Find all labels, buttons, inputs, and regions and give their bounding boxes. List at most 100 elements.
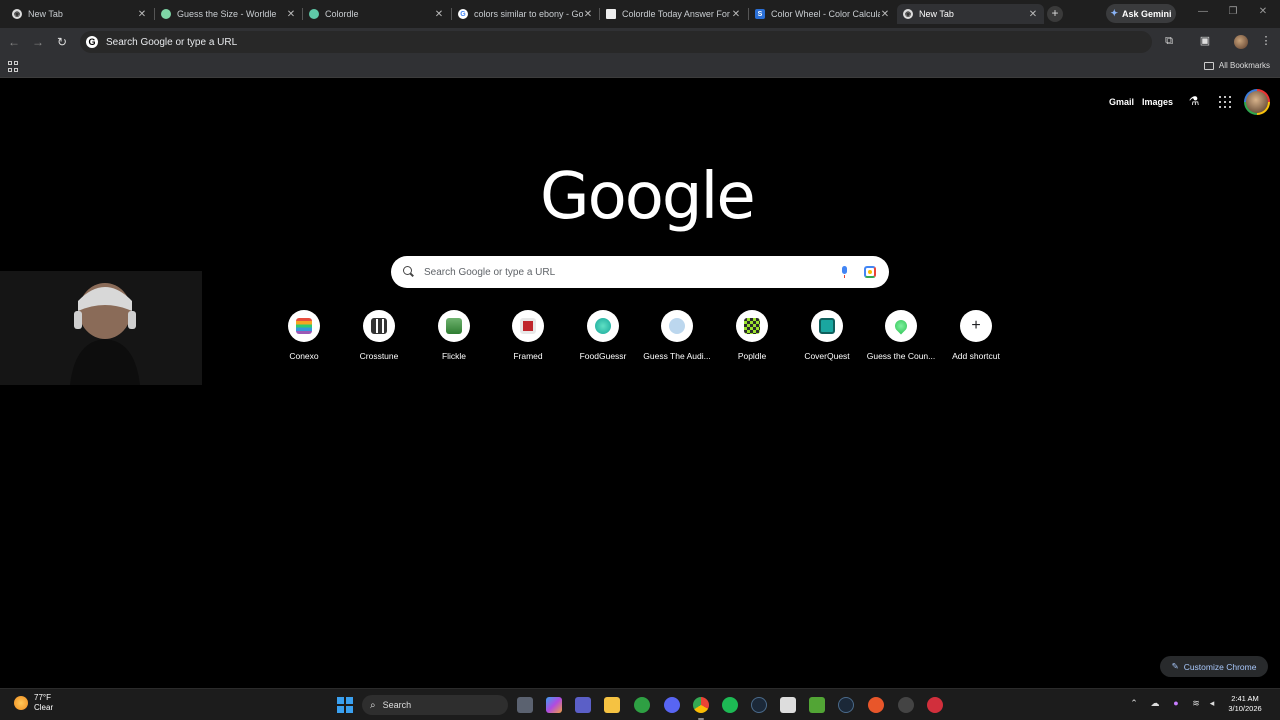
tab-title: New Tab [919,9,954,19]
teams-icon[interactable] [575,697,591,713]
minecraft-icon[interactable] [809,697,825,713]
shortcut-conexo[interactable]: Conexo [266,310,342,361]
chrome-icon: ◉ [12,9,22,19]
s-icon: S [755,9,765,19]
tab-title: colors similar to ebony - Goo [474,9,583,19]
framed-icon [520,318,536,334]
shortcut-crosstune[interactable]: Crosstune [341,310,417,361]
tray-chevron-icon[interactable]: ⌃ [1128,698,1140,709]
all-bookmarks-button[interactable]: All Bookmarks [1203,61,1270,70]
close-icon[interactable]: ✕ [583,9,593,20]
shortcuts-grid: Conexo Crosstune Flickle Framed FoodGues… [266,310,1016,370]
store-icon[interactable] [780,697,796,713]
tab-search-icon[interactable]: ▣ [1198,34,1212,48]
taskbar-search-label: Search [382,700,412,710]
close-window-icon[interactable]: ✕ [1256,6,1270,17]
lens-icon[interactable] [864,266,876,278]
forward-arrow-icon[interactable]: → [30,34,46,50]
app-gray-icon[interactable] [898,697,914,713]
steam-alt-icon[interactable] [838,697,854,713]
onedrive-icon[interactable]: ☁ [1149,698,1161,709]
menu-kebab-icon[interactable]: ⋮ [1259,34,1273,48]
reload-icon[interactable]: ↻ [54,34,70,50]
app-red-icon[interactable] [927,697,943,713]
minimize-icon[interactable]: — [1196,6,1210,17]
shortcut-flickle[interactable]: Flickle [416,310,492,361]
omnibox-text: Search Google or type a URL [106,36,238,48]
wifi-icon[interactable]: ≋ [1190,698,1202,709]
shortcut-label: Crosstune [359,351,399,361]
volume-icon[interactable]: ◂ [1206,698,1218,709]
spotify-icon[interactable] [722,697,738,713]
shortcut-guess-the-country[interactable]: Guess the Coun... [863,310,939,361]
shortcut-label: FoodGuessr [579,351,627,361]
apps-grid-icon[interactable] [8,61,19,72]
tab-colordle-answer[interactable]: Colordle Today Answer For I ✕ [600,4,747,24]
popldle-icon [744,318,760,334]
google-icon: G [458,9,468,19]
close-icon[interactable]: ✕ [286,9,296,20]
shortcut-add[interactable]: + Add shortcut [938,310,1014,361]
omnibox[interactable]: G Search Google or type a URL [80,31,1152,53]
shortcut-foodguessr[interactable]: FoodGuessr [565,310,641,361]
chrome-icon: ◉ [903,9,913,19]
images-link[interactable]: Images [1142,97,1173,107]
worldle-icon [161,9,171,19]
discord-icon[interactable] [664,697,680,713]
shortcut-label: Guess the Coun... [866,351,936,361]
windows-start-icon[interactable] [337,697,353,713]
labs-flask-icon[interactable]: ⚗ [1187,94,1201,108]
app-orange-icon[interactable] [868,697,884,713]
profile-avatar[interactable] [1234,35,1248,49]
ask-gemini-button[interactable]: ✦ Ask Gemini [1106,4,1176,23]
search-input[interactable] [424,266,838,278]
coverquest-icon [819,318,835,334]
weather-condition: Clear [34,703,54,712]
gmail-link[interactable]: Gmail [1109,97,1134,107]
chrome-taskbar-icon[interactable] [693,697,709,713]
system-clock[interactable]: 2:41 AM 3/10/2026 [1222,694,1268,714]
close-icon[interactable]: ✕ [137,9,147,20]
taskbar-search[interactable]: ⌕ Search [362,695,508,715]
shortcut-coverquest[interactable]: CoverQuest [789,310,865,361]
extensions-icon[interactable]: ⧉ [1162,34,1176,48]
close-icon[interactable]: ✕ [731,9,741,20]
file-explorer-icon[interactable] [604,697,620,713]
clock-time: 2:41 AM [1231,694,1259,703]
back-arrow-icon[interactable]: ← [6,34,22,50]
weather-temp: 77°F [34,693,51,702]
colordle-icon [309,9,319,19]
close-icon[interactable]: ✕ [1028,9,1038,20]
tab-color-wheel[interactable]: S Color Wheel - Color Calculat ✕ [749,4,896,24]
copilot-icon[interactable] [546,697,562,713]
voice-search-icon[interactable] [838,265,852,279]
restore-icon[interactable]: ❐ [1226,6,1240,17]
task-view-icon[interactable] [517,697,533,713]
shortcut-popldle[interactable]: Popldle [714,310,790,361]
tab-title: Guess the Size - Worldle [177,9,277,19]
search-box[interactable] [391,256,889,288]
weather-sun-icon [14,696,28,710]
account-avatar[interactable] [1244,89,1270,115]
new-tab-button[interactable]: + [1047,6,1063,22]
tab-google-search[interactable]: G colors similar to ebony - Goo ✕ [452,4,599,24]
shortcut-guess-the-audio[interactable]: Guess The Audi... [639,310,715,361]
close-icon[interactable]: ✕ [880,9,890,20]
steam-icon[interactable] [751,697,767,713]
tab-colordle[interactable]: Colordle ✕ [303,4,450,24]
shortcut-label: Add shortcut [952,351,1000,361]
tab-worldle[interactable]: Guess the Size - Worldle ✕ [155,4,302,24]
xbox-icon[interactable] [634,697,650,713]
shortcut-label: Flickle [441,351,467,361]
tab-new-tab-active[interactable]: ◉ New Tab ✕ [897,4,1044,24]
search-icon [403,266,415,278]
shortcut-label: Conexo [289,351,319,361]
customize-chrome-button[interactable]: ✎ Customize Chrome [1160,656,1268,677]
tab-new-tab[interactable]: ◉ New Tab ✕ [6,4,153,24]
mic-tray-icon[interactable]: ● [1170,698,1182,708]
tab-title: Color Wheel - Color Calculat [771,9,880,19]
google-apps-icon[interactable] [1219,96,1231,108]
shortcut-framed[interactable]: Framed [490,310,566,361]
close-icon[interactable]: ✕ [434,9,444,20]
weather-widget[interactable]: 77°F Clear [14,693,53,713]
